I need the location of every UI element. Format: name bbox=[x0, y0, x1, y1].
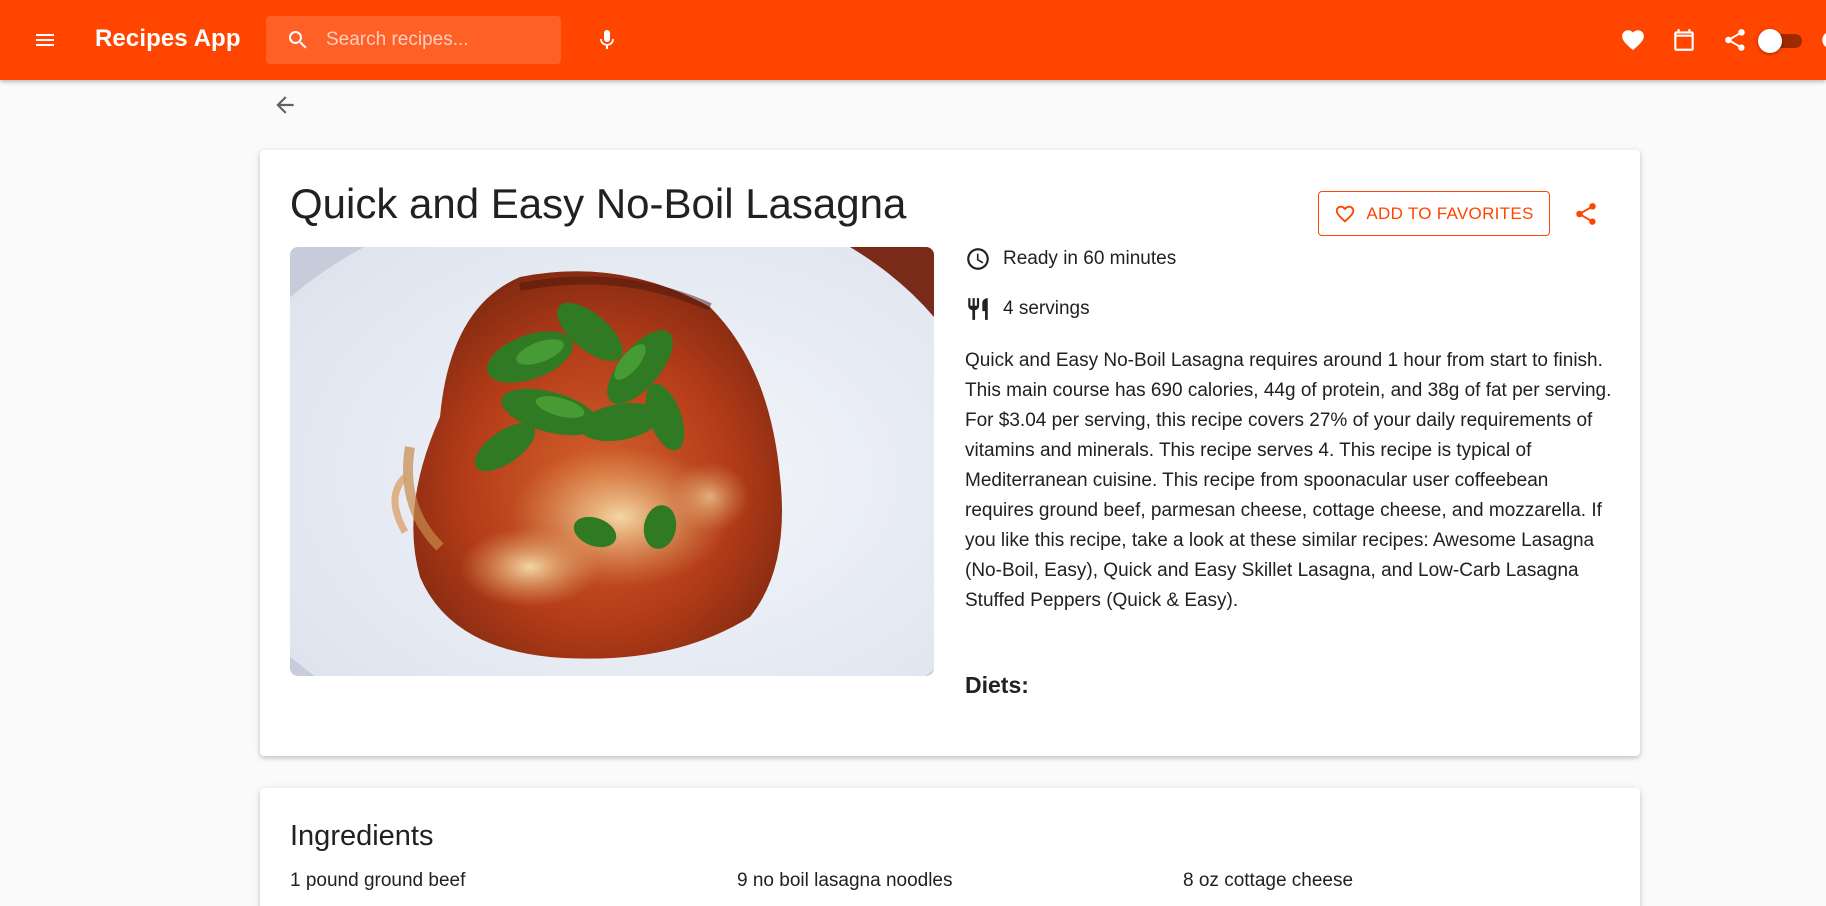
ready-time-text: Ready in 60 minutes bbox=[1003, 248, 1177, 269]
servings-text: 4 servings bbox=[1003, 298, 1090, 319]
add-to-favorites-button[interactable]: ADD TO FAVORITES bbox=[1318, 191, 1550, 236]
ingredient-item: 9 no boil lasagna noodles bbox=[737, 870, 953, 891]
recipe-title: Quick and Easy No-Boil Lasagna bbox=[290, 180, 907, 227]
favorites-nav-button[interactable] bbox=[1616, 24, 1650, 56]
recipe-description: Quick and Easy No-Boil Lasagna requires … bbox=[965, 350, 1612, 611]
meal-planner-button[interactable] bbox=[1667, 24, 1701, 56]
share-recipe-button[interactable] bbox=[1568, 196, 1604, 232]
app-title[interactable]: Recipes App bbox=[95, 25, 241, 53]
app-bar: Recipes App bbox=[0, 0, 1826, 80]
heart-icon bbox=[1622, 30, 1644, 51]
servings: 4 servings bbox=[965, 296, 1090, 322]
menu-button[interactable] bbox=[28, 24, 62, 56]
ingredients-card: Ingredients 1 pound ground beef 9 no boi… bbox=[260, 788, 1640, 906]
toggle-thumb bbox=[1758, 29, 1782, 53]
voice-search-button[interactable] bbox=[590, 24, 624, 56]
clipped-edge-icon[interactable] bbox=[1818, 26, 1826, 54]
heart-outline-icon bbox=[1336, 205, 1355, 223]
ingredient-item: 1 pound ground beef bbox=[290, 870, 466, 891]
search-icon bbox=[288, 31, 307, 49]
ready-time: Ready in 60 minutes bbox=[965, 246, 1176, 272]
recipe-card: Quick and Easy No-Boil Lasagna ADD TO FA… bbox=[260, 150, 1640, 756]
recipe-image bbox=[290, 247, 934, 676]
lasagna-photo bbox=[290, 247, 934, 676]
ingredients-heading: Ingredients bbox=[290, 820, 434, 852]
arrow-back-icon bbox=[276, 96, 294, 114]
add-to-favorites-label: ADD TO FAVORITES bbox=[1366, 203, 1534, 223]
ingredient-item: 8 oz cottage cheese bbox=[1183, 870, 1354, 891]
share-icon bbox=[1725, 29, 1745, 51]
restaurant-icon bbox=[968, 298, 988, 320]
hamburger-menu-icon bbox=[36, 34, 54, 46]
diets-heading: Diets: bbox=[965, 672, 1029, 698]
clock-icon bbox=[967, 248, 989, 270]
search-box bbox=[266, 16, 561, 64]
microphone-icon bbox=[600, 30, 614, 49]
share-nav-button[interactable] bbox=[1718, 24, 1752, 56]
dark-mode-toggle[interactable] bbox=[1758, 28, 1804, 53]
calendar-icon bbox=[1674, 29, 1694, 51]
share-icon bbox=[1576, 203, 1596, 225]
back-button[interactable] bbox=[266, 88, 304, 122]
search-input[interactable] bbox=[326, 26, 551, 54]
